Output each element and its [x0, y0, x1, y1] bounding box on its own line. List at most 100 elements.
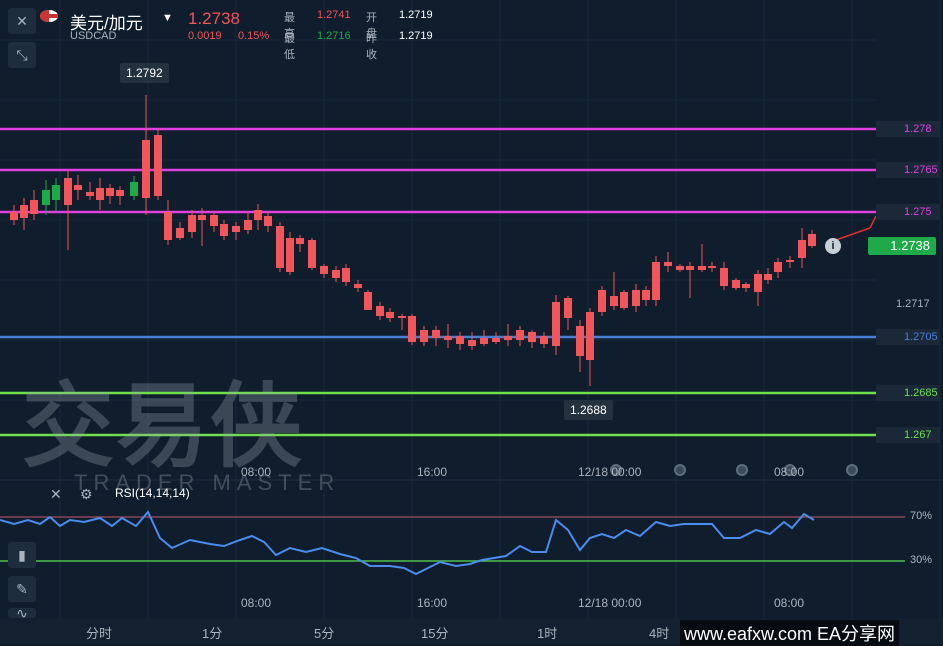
timeframe-tab[interactable]: 1时	[537, 623, 557, 642]
candle-body	[20, 205, 28, 218]
candle-body	[30, 200, 38, 214]
candle-body	[576, 326, 584, 356]
candle-body	[386, 312, 394, 318]
timeframe-tab[interactable]: 15分	[421, 623, 448, 642]
timeframe-tab[interactable]: 4时	[649, 623, 669, 642]
prev-close-value: 1.2719	[399, 30, 433, 42]
candle-body	[564, 298, 572, 318]
close-indicator-icon[interactable]: ✕	[50, 486, 62, 503]
pair-dropdown-icon[interactable]: ▼	[162, 12, 173, 24]
candle-body	[308, 240, 316, 268]
current-price-tag: 1.2738	[868, 237, 936, 255]
candle-body	[276, 226, 284, 268]
wave-button[interactable]: ∿	[8, 606, 36, 620]
timeframe-tab[interactable]: 1分	[202, 623, 222, 642]
candle-body	[342, 268, 350, 282]
candle-body	[754, 274, 762, 292]
low-tooltip: 1.2688	[564, 400, 613, 420]
candle-body	[798, 240, 806, 258]
candle-body	[398, 316, 406, 318]
candle-body	[198, 215, 206, 220]
candle-body	[456, 336, 464, 344]
timeframe-tab[interactable]: 分时	[86, 623, 112, 642]
candle-body	[176, 228, 184, 238]
rsi-upper-label: 70%	[910, 510, 933, 522]
candle-body	[516, 330, 524, 340]
close-chart-button[interactable]: ✕	[8, 8, 36, 34]
candle-body	[64, 178, 72, 205]
candle-body	[764, 274, 772, 280]
candle-body	[528, 332, 536, 342]
x-axis-label: 12/18 00:00	[578, 465, 642, 479]
candle-body	[540, 336, 548, 344]
rsi-lower-label: 30%	[910, 554, 933, 566]
candle-body	[652, 262, 660, 300]
candle-body	[116, 190, 124, 196]
rsi-x-axis-label: 08:00	[774, 596, 805, 610]
x-axis-label: 08:00	[241, 465, 272, 479]
draw-button[interactable]: ✎	[8, 576, 36, 602]
candle-body	[468, 340, 476, 346]
low-label: 最低	[284, 33, 295, 61]
info-icon[interactable]: i	[825, 238, 841, 254]
candle-body	[130, 182, 138, 196]
candle-body	[552, 302, 560, 346]
candle-body	[664, 262, 672, 266]
candle-body	[210, 215, 218, 226]
candle-body	[296, 238, 304, 244]
high-tooltip: 1.2792	[120, 63, 169, 83]
event-marker[interactable]	[846, 464, 858, 476]
indicators-button[interactable]: ▮	[8, 542, 36, 568]
rsi-x-axis-label: 08:00	[241, 596, 272, 610]
candle-body	[354, 284, 362, 288]
candle-body	[52, 185, 60, 200]
candle-body	[264, 216, 272, 226]
candle-body	[480, 338, 488, 344]
candle-body	[742, 284, 750, 288]
candle-body	[642, 290, 650, 300]
event-marker[interactable]	[736, 464, 748, 476]
candle-body	[96, 188, 104, 200]
level-tag: 1.275	[876, 204, 940, 220]
candle-body	[620, 292, 628, 308]
candle-body	[676, 266, 684, 270]
timeframe-tab[interactable]: 5分	[314, 623, 334, 642]
candle-body	[732, 280, 740, 288]
candle-body	[244, 220, 252, 230]
candle-body	[632, 290, 640, 306]
high-value: 1.2741	[317, 9, 351, 21]
collapse-button[interactable]: ⤡	[8, 42, 36, 68]
chart-canvas	[0, 0, 943, 618]
candle-body	[432, 330, 440, 338]
candle-body	[42, 190, 50, 205]
current-price: 1.2738	[188, 9, 240, 28]
candle-body	[232, 226, 240, 232]
candle-body	[698, 266, 706, 270]
candle-body	[74, 185, 82, 190]
candle-body	[808, 234, 816, 246]
rsi-line	[0, 510, 815, 576]
candle-body	[164, 212, 172, 240]
candle-body	[376, 306, 384, 316]
x-axis-label: 16:00	[417, 465, 448, 479]
candle-body	[444, 336, 452, 340]
chart-area[interactable]	[0, 0, 943, 644]
candle-body	[774, 262, 782, 272]
bars-icon: ▮	[18, 547, 26, 563]
candle-body	[720, 268, 728, 286]
settings-icon[interactable]: ⚙	[80, 486, 93, 503]
candle-body	[504, 336, 512, 340]
candle-body	[492, 338, 500, 342]
candle-body	[10, 212, 18, 220]
candle-body	[708, 266, 716, 268]
low-value: 1.2716	[317, 30, 351, 42]
candle-body	[332, 270, 340, 278]
level-tag: 1.267	[876, 427, 940, 443]
level-tag: 1.278	[876, 121, 940, 137]
event-marker[interactable]	[674, 464, 686, 476]
watermark-subtitle: TRADER MASTER	[74, 470, 341, 495]
candle-body	[320, 266, 328, 274]
candle-body	[154, 135, 162, 196]
candle-body	[786, 260, 794, 262]
close-icon: ✕	[16, 13, 28, 29]
